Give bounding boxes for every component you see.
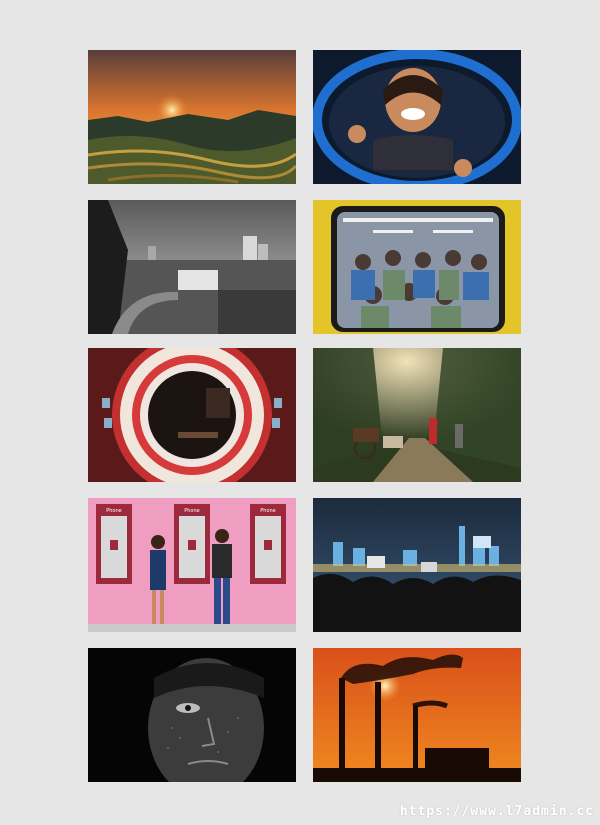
phone-sign-left: Phone [106, 508, 122, 514]
photo-city-bw[interactable] [88, 200, 296, 334]
phone-booth-middle: Phone [174, 504, 210, 584]
round-bookstore-image [88, 348, 296, 482]
photo-sunset-terraces[interactable] [88, 50, 296, 184]
girl-in-tub-image [313, 50, 521, 184]
night-city-phones-image [313, 498, 521, 632]
phone-sign-middle: Phone [184, 508, 200, 514]
watermark-url: https://www.l7admin.cc [399, 804, 594, 819]
photo-night-city-phones[interactable] [313, 498, 521, 632]
phone-booth-left: Phone [96, 504, 132, 584]
photo-pink-phone-booths[interactable]: Phone Phone Phone [88, 498, 296, 632]
phone-booth-right: Phone [250, 504, 286, 584]
photo-forest-road[interactable] [313, 348, 521, 482]
city-bw-image [88, 200, 296, 334]
sunset-terraces-image [88, 50, 296, 184]
phone-sign-right: Phone [260, 508, 276, 514]
photo-train-window[interactable] [313, 200, 521, 334]
factory-smoke-image [313, 648, 521, 782]
photo-girl-in-tub[interactable] [313, 50, 521, 184]
photo-factory-smoke[interactable] [313, 648, 521, 782]
dark-portrait-image [88, 648, 296, 782]
photo-dark-portrait[interactable] [88, 648, 296, 782]
pink-phone-booths-image: Phone Phone Phone [88, 498, 296, 632]
train-window-image [313, 200, 521, 334]
forest-road-image [313, 348, 521, 482]
photo-round-bookstore[interactable] [88, 348, 296, 482]
